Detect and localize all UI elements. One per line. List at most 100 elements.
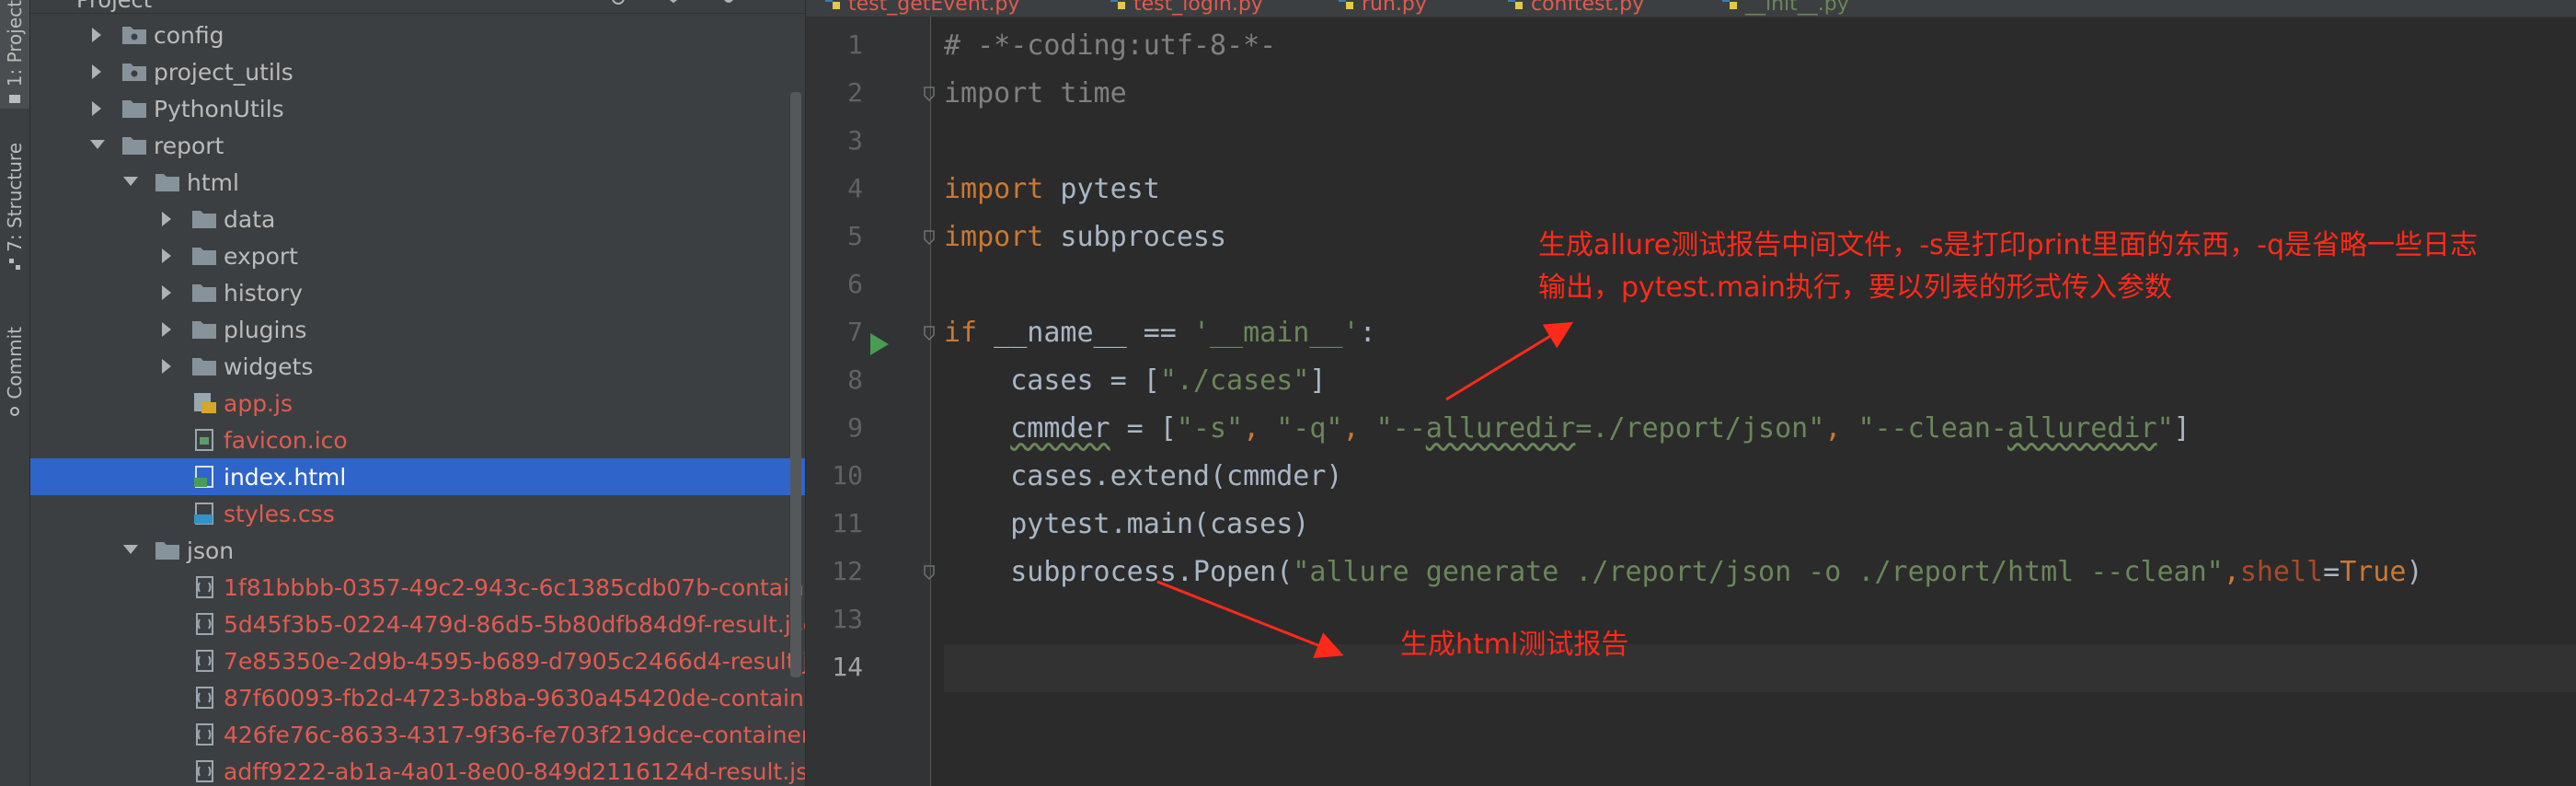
- editor-tab[interactable]: conftest.py: [1507, 0, 1644, 17]
- folder-icon: [190, 354, 218, 378]
- tree-folder-row[interactable]: data: [30, 201, 805, 237]
- code-token: "-q": [1276, 412, 1343, 445]
- code-editor: test_getEvent.py test_login.py run.py conft…: [806, 0, 2576, 786]
- code-token: __name__ ==: [977, 317, 1193, 349]
- tree-folder-row[interactable]: config: [30, 17, 805, 53]
- tree-file-row[interactable]: adff9222-ab1a-4a01-8e00-849d2116124d-res…: [30, 753, 805, 786]
- settings-gear-icon[interactable]: [720, 0, 737, 7]
- tree-file-row[interactable]: index.html: [30, 458, 805, 495]
- code-line[interactable]: cases.extend(cmmder): [944, 453, 2576, 501]
- code-line[interactable]: import time: [944, 70, 2576, 118]
- code-token: import: [944, 173, 1044, 205]
- code-token: import: [944, 77, 1044, 110]
- json-file-icon: [190, 575, 218, 599]
- code-line[interactable]: if __name__ == '__main__':: [944, 309, 2576, 357]
- project-tool-tab[interactable]: 1: Project: [0, 0, 29, 109]
- python-file-icon: [1507, 0, 1531, 16]
- code-line[interactable]: pytest.main(cases): [944, 501, 2576, 549]
- tree-item-label: app.js: [224, 389, 293, 417]
- tree-folder-row[interactable]: history: [30, 274, 805, 311]
- expand-right-arrow-icon[interactable]: [157, 283, 178, 303]
- editor-tab-bar: test_getEvent.py test_login.py run.py conft…: [806, 0, 2576, 17]
- code-token: pytest: [1043, 173, 1160, 205]
- tree-folder-row[interactable]: json: [30, 532, 805, 569]
- code-token: '__main__': [1192, 317, 1360, 349]
- expand-down-arrow-icon[interactable]: [87, 135, 108, 156]
- tree-file-row[interactable]: 1f81bbbb-0357-49c2-943c-6c1385cdb07b-con…: [30, 569, 805, 606]
- code-line[interactable]: cases = ["./cases"]: [944, 357, 2576, 405]
- editor-tab[interactable]: test_login.py: [1110, 0, 1263, 17]
- tree-folder-row[interactable]: project_utils: [30, 53, 805, 90]
- commit-tool-tab[interactable]: Commit: [0, 327, 29, 418]
- tree-file-row[interactable]: favicon.ico: [30, 422, 805, 458]
- locate-icon[interactable]: [610, 0, 627, 7]
- code-line[interactable]: cmmder = ["-s", "-q", "--alluredir=./rep…: [944, 405, 2576, 453]
- code-token: alluredir: [2007, 412, 2157, 445]
- tree-item-label: report: [154, 132, 224, 159]
- structure-tool-tab[interactable]: 7: Structure: [0, 143, 29, 271]
- expand-down-arrow-icon[interactable]: [121, 172, 141, 192]
- project-panel-title: Project: [76, 0, 153, 13]
- expand-right-arrow-icon[interactable]: [157, 356, 178, 376]
- expand-right-arrow-icon[interactable]: [87, 98, 108, 119]
- collapse-all-icon[interactable]: [665, 0, 682, 7]
- project-tool-window: Project config project_utils PythonUtils re…: [30, 0, 805, 786]
- tree-folder-row[interactable]: report: [30, 127, 805, 164]
- code-area[interactable]: # -*-coding:utf-8-*- import time import py…: [944, 17, 2576, 786]
- tree-scrollbar[interactable]: [790, 92, 801, 677]
- project-tool-tab-label: 1: Project: [4, 0, 26, 87]
- line-number: 10: [832, 460, 863, 491]
- code-line[interactable]: subprocess.Popen("allure generate ./repo…: [944, 549, 2576, 596]
- editor-tab[interactable]: run.py: [1338, 0, 1427, 17]
- tree-item-label: 426fe76c-8633-4317-9f36-fe703f219dce-con…: [224, 721, 805, 748]
- expand-right-arrow-icon[interactable]: [157, 246, 178, 266]
- fold-marker-icon[interactable]: [924, 230, 935, 246]
- tree-item-label: project_utils: [154, 58, 293, 86]
- code-token: pytest.main(cases): [944, 508, 1310, 540]
- code-token: "-s": [1176, 412, 1244, 445]
- fold-marker-icon[interactable]: [924, 326, 935, 341]
- editor-tab[interactable]: __init__.py: [1721, 0, 1849, 17]
- python-file-icon: [1721, 0, 1745, 16]
- annotation-note-top-line2: 输出，pytest.main执行，要以列表的形式传入参数: [1538, 272, 2172, 304]
- tree-file-row[interactable]: styles.css: [30, 495, 805, 532]
- tool-window-strip: 1: Project 7: Structure Commit: [0, 0, 30, 786]
- code-line[interactable]: [944, 118, 2576, 166]
- code-line[interactable]: [944, 644, 2576, 692]
- code-token: ,: [1243, 412, 1277, 445]
- tree-file-row[interactable]: 5d45f3b5-0224-479d-86d5-5b80dfb84d9f-res…: [30, 606, 805, 642]
- expand-right-arrow-icon[interactable]: [157, 209, 178, 229]
- tree-item-label: 5d45f3b5-0224-479d-86d5-5b80dfb84d9f-res…: [224, 610, 805, 638]
- project-panel-header: Project: [30, 0, 805, 14]
- tree-folder-row[interactable]: widgets: [30, 348, 805, 385]
- expand-right-arrow-icon[interactable]: [87, 62, 108, 82]
- code-token: ": [2156, 412, 2174, 445]
- tree-file-row[interactable]: app.js: [30, 385, 805, 422]
- fold-marker-icon[interactable]: [924, 565, 935, 581]
- tree-folder-row[interactable]: html: [30, 164, 805, 201]
- code-line[interactable]: import pytest: [944, 166, 2576, 214]
- expand-right-arrow-icon[interactable]: [87, 25, 108, 45]
- code-token: "--clean-: [1857, 412, 2007, 445]
- expand-down-arrow-icon[interactable]: [121, 540, 141, 561]
- code-token: "allure generate ./report/json -o ./repo…: [1293, 556, 2224, 588]
- tree-item-label: adff9222-ab1a-4a01-8e00-849d2116124d-res…: [224, 757, 805, 785]
- tree-file-row[interactable]: 426fe76c-8633-4317-9f36-fe703f219dce-con…: [30, 716, 805, 753]
- line-number: 12: [832, 556, 863, 586]
- code-line[interactable]: [944, 596, 2576, 644]
- fold-marker-icon[interactable]: [924, 87, 935, 102]
- editor-tab[interactable]: test_getEvent.py: [824, 0, 1019, 17]
- tree-folder-row[interactable]: plugins: [30, 311, 805, 348]
- tree-folder-row[interactable]: PythonUtils: [30, 90, 805, 127]
- tree-file-row[interactable]: 7e85350e-2d9b-4595-b689-d7905c2466d4-res…: [30, 642, 805, 679]
- tree-file-row[interactable]: 87f60093-fb2d-4723-b8ba-9630a45420de-con…: [30, 679, 805, 716]
- folder-icon: [190, 318, 218, 341]
- annotation-note-top: 生成allure测试报告中间文件，-s是打印print里面的东西，-q是省略一些…: [1538, 225, 2478, 309]
- folder-icon: [154, 538, 181, 562]
- code-line[interactable]: # -*-coding:utf-8-*-: [944, 22, 2576, 70]
- run-gutter-icon[interactable]: [870, 333, 889, 355]
- annotation-note-bottom: 生成html测试报告: [1400, 629, 1629, 661]
- tree-folder-row[interactable]: export: [30, 237, 805, 274]
- expand-right-arrow-icon[interactable]: [157, 319, 178, 340]
